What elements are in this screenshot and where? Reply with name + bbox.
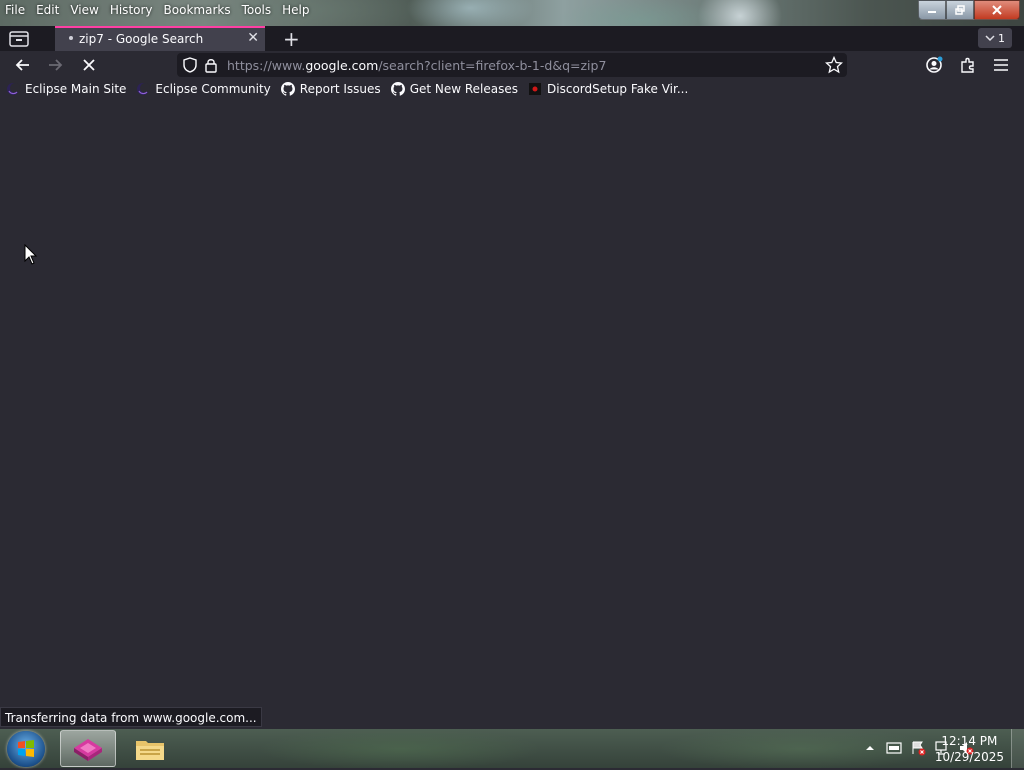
bookmark-discordsetup[interactable]: DiscordSetup Fake Vir... xyxy=(528,79,688,99)
menu-file[interactable]: File xyxy=(0,0,31,20)
tab-active[interactable]: zip7 - Google Search ✕ xyxy=(55,26,265,51)
url-suffix: /search?client=firefox-b-1-d&q=zip7 xyxy=(378,58,607,73)
restore-button[interactable] xyxy=(946,0,974,20)
show-desktop-button[interactable] xyxy=(1011,729,1024,768)
taskbar-file-explorer[interactable] xyxy=(122,730,178,767)
extensions-button[interactable] xyxy=(957,55,979,75)
stop-button[interactable] xyxy=(78,55,100,75)
stop-icon xyxy=(83,59,95,71)
app-menu-button[interactable] xyxy=(990,55,1012,75)
bookmark-get-new-releases[interactable]: Get New Releases xyxy=(390,79,519,99)
windows-taskbar: 12:14 PM 10/29/2025 xyxy=(0,729,1024,768)
tab-close-icon[interactable]: ✕ xyxy=(247,30,259,46)
menu-tools[interactable]: Tools xyxy=(237,0,278,20)
account-icon xyxy=(926,56,943,73)
close-window-button[interactable] xyxy=(974,0,1020,20)
menu-bookmarks[interactable]: Bookmarks xyxy=(159,0,237,20)
windows-logo-icon xyxy=(18,740,34,757)
list-all-tabs-button[interactable]: 1 xyxy=(978,28,1012,48)
forward-arrow-icon xyxy=(49,59,63,71)
menu-view[interactable]: View xyxy=(65,0,104,20)
menu-bar: File Edit View History Bookmarks Tools H… xyxy=(0,0,316,20)
tracking-protection-shield-icon[interactable] xyxy=(182,57,198,73)
menu-history[interactable]: History xyxy=(105,0,159,20)
url-text[interactable]: https://www.google.com/search?client=fir… xyxy=(227,58,606,73)
tab-count: 1 xyxy=(998,31,1005,45)
eclipse-icon xyxy=(7,83,20,95)
mouse-cursor-icon xyxy=(24,244,38,265)
folder-icon xyxy=(136,740,164,760)
bookmark-report-issues[interactable]: Report Issues xyxy=(280,79,381,99)
bookmark-label: Eclipse Main Site xyxy=(25,82,127,96)
bookmark-label: Get New Releases xyxy=(409,82,519,96)
close-icon xyxy=(992,5,1002,15)
loading-dot-icon xyxy=(69,36,73,40)
show-hidden-icons-arrow-icon[interactable] xyxy=(862,740,878,756)
account-button[interactable] xyxy=(923,55,945,75)
lock-icon[interactable] xyxy=(204,57,218,73)
new-tab-button[interactable]: + xyxy=(283,27,300,51)
eclipse-icon xyxy=(137,83,151,95)
bookmark-eclipse-main-site[interactable]: Eclipse Main Site xyxy=(6,79,126,99)
back-arrow-icon xyxy=(15,59,29,71)
taskbar-browser-app[interactable] xyxy=(60,730,116,767)
menu-edit[interactable]: Edit xyxy=(31,0,65,20)
github-icon xyxy=(390,82,405,96)
start-button[interactable] xyxy=(7,731,45,767)
keyboard-tray-icon[interactable] xyxy=(886,740,902,756)
status-panel: Transferring data from www.google.com... xyxy=(0,707,262,727)
url-domain: google.com xyxy=(305,58,379,73)
bookmarks-toolbar: Eclipse Main Site Eclipse Community Repo… xyxy=(0,79,1024,99)
bookmark-label: Report Issues xyxy=(299,82,381,96)
minimize-icon xyxy=(928,11,936,13)
puzzle-icon xyxy=(961,57,974,73)
back-button[interactable] xyxy=(11,55,33,75)
address-bar[interactable]: https://www.google.com/search?client=fir… xyxy=(177,53,847,77)
menu-help[interactable]: Help xyxy=(277,0,315,20)
tab-strip: zip7 - Google Search ✕ + 1 xyxy=(0,26,1024,51)
chevron-down-icon xyxy=(985,35,995,42)
minimize-button[interactable] xyxy=(918,0,946,20)
bookmark-label: Eclipse Community xyxy=(155,82,271,96)
firefox-view-icon[interactable] xyxy=(8,30,30,48)
window-controls xyxy=(918,0,1020,20)
window-titlebar: File Edit View History Bookmarks Tools H… xyxy=(0,0,1024,26)
pink-browser-app-icon xyxy=(74,738,102,761)
navigation-toolbar: https://www.google.com/search?client=fir… xyxy=(0,51,1024,79)
restore-icon xyxy=(955,5,965,15)
bookmark-label: DiscordSetup Fake Vir... xyxy=(547,82,689,96)
forward-button[interactable] xyxy=(45,55,67,75)
bookmark-eclipse-community[interactable]: Eclipse Community xyxy=(136,79,271,99)
clock-date: 10/29/2025 xyxy=(934,750,1004,764)
bookmark-star-icon[interactable] xyxy=(825,56,843,74)
red-favicon-icon xyxy=(529,83,542,95)
page-content xyxy=(0,99,1024,729)
github-icon xyxy=(280,82,295,96)
url-prefix: https://www. xyxy=(227,58,306,73)
tab-title: zip7 - Google Search xyxy=(79,32,204,46)
action-center-flag-icon[interactable] xyxy=(910,740,926,756)
taskbar-clock[interactable]: 12:14 PM 10/29/2025 xyxy=(935,733,1004,765)
clock-time: 12:14 PM xyxy=(941,734,998,748)
hamburger-menu-icon xyxy=(994,59,1008,71)
